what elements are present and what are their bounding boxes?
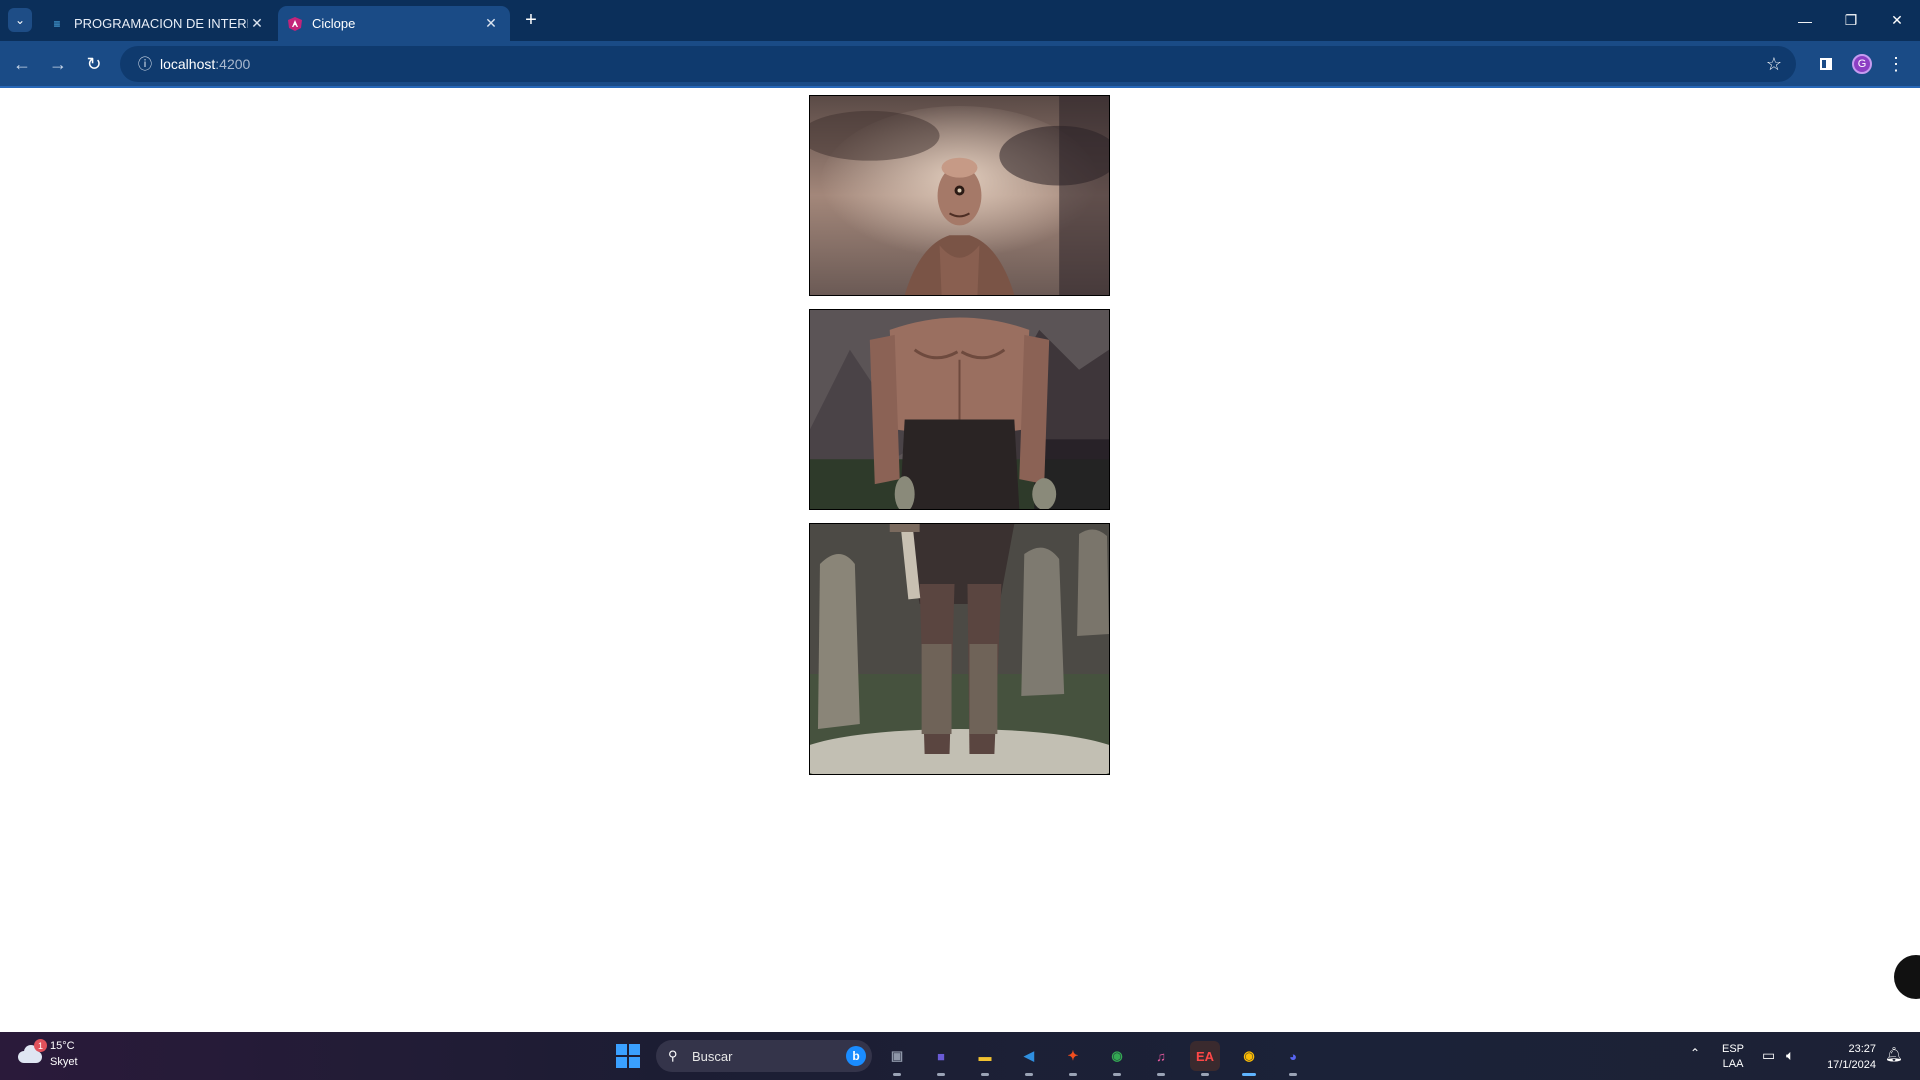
weather-badge: 1 [34, 1039, 47, 1052]
url-host: localhost [160, 56, 216, 72]
close-icon[interactable]: ✕ [248, 15, 266, 33]
tab-ciclope[interactable]: Ciclope ✕ [278, 6, 510, 41]
address-bar[interactable]: ⓘ localhost:4200 ☆ [120, 46, 1796, 82]
ea-icon[interactable]: EA [1190, 1041, 1220, 1076]
chrome-profile-g-icon[interactable]: ◉ [1234, 1041, 1264, 1076]
bookmark-star-icon[interactable]: ☆ [1766, 54, 1782, 75]
back-button[interactable]: ← [8, 50, 36, 78]
minimize-button[interactable]: — [1782, 0, 1828, 41]
page-content [0, 88, 1920, 1032]
search-icon: ⚲ [668, 1048, 678, 1063]
angular-icon [288, 16, 302, 31]
close-icon[interactable]: ✕ [482, 15, 500, 33]
weather-widget[interactable]: 1 15°C Skyet [16, 1038, 78, 1070]
keyboard-layout: LAA [1722, 1058, 1744, 1070]
plus-icon: + [525, 8, 537, 31]
language-code: ESP [1722, 1043, 1745, 1055]
network-icon[interactable]: ▭ [1762, 1047, 1775, 1064]
cyclops-legs-image [810, 524, 1109, 774]
discord-icon[interactable]: ◕ [1278, 1041, 1308, 1076]
weather-temp: 15°C [50, 1040, 75, 1052]
arrow-right-icon: → [49, 53, 67, 74]
forward-button[interactable]: → [44, 50, 72, 78]
chrome-profile-m-icon[interactable]: ◉ [1102, 1041, 1132, 1076]
bing-icon[interactable]: b [846, 1046, 866, 1066]
cloud-icon: 1 [16, 1039, 47, 1065]
vscode-icon[interactable]: ◀ [1014, 1041, 1044, 1076]
chevron-down-icon: ⌄ [14, 13, 26, 27]
windows-start-icon[interactable] [616, 1044, 640, 1068]
cyclops-head-image [810, 96, 1109, 295]
arrow-left-icon: ← [13, 53, 31, 74]
tab-title: PROGRAMACION DE INTERFAS [74, 16, 248, 31]
cyclops-image-2 [809, 309, 1110, 510]
notification-bell-icon[interactable]: 🔔︎ [1885, 1046, 1903, 1063]
itunes-icon[interactable]: ♫ [1146, 1041, 1176, 1076]
weather-condition: Skyet [50, 1056, 78, 1068]
cyclops-image-1 [809, 95, 1110, 296]
floating-action-button[interactable] [1894, 955, 1920, 999]
side-panel-icon [1820, 58, 1832, 70]
taskbar-search[interactable]: ⚲ Buscar b [656, 1040, 872, 1072]
restore-icon: ❐ [1844, 12, 1858, 28]
url-port: :4200 [215, 56, 251, 72]
video-call-icon[interactable]: ■ [926, 1041, 956, 1076]
site-info-icon[interactable]: ⓘ [130, 54, 160, 74]
figma-icon[interactable]: ✦ [1058, 1041, 1088, 1076]
side-panel-button[interactable] [1814, 52, 1838, 76]
avatar: G [1852, 54, 1872, 74]
clock-time: 23:27 [1848, 1043, 1876, 1055]
profile-button[interactable]: G [1850, 52, 1874, 76]
taskbar: 1 15°C Skyet ⚲ Buscar b ▣ ■ ▬ ◀ ✦ ◉ ♫ EA ◉ ◕ ⌃ ES… [0, 1032, 1920, 1080]
tab-programacion[interactable]: ≡ PROGRAMACION DE INTERFAS ✕ [40, 6, 276, 41]
new-tab-button[interactable]: + [520, 8, 542, 32]
search-placeholder: Buscar [692, 1048, 733, 1064]
restore-button[interactable]: ❐ [1828, 0, 1874, 41]
kebab-menu-icon: ⋮ [1887, 53, 1905, 74]
reload-icon: ↻ [86, 53, 102, 74]
tab-search-button[interactable]: ⌄ [8, 8, 32, 32]
close-window-button[interactable]: ✕ [1874, 0, 1920, 41]
minimize-icon: — [1798, 12, 1812, 29]
menu-button[interactable]: ⋮ [1884, 52, 1908, 76]
task-view-icon[interactable]: ▣ [882, 1041, 912, 1076]
language-indicator[interactable]: ESP LAA [1722, 1042, 1744, 1072]
cyclops-image-3 [809, 523, 1110, 775]
file-explorer-icon[interactable]: ▬ [970, 1041, 1000, 1076]
chevron-up-icon[interactable]: ⌃ [1690, 1046, 1700, 1060]
browser-toolbar: ← → ↻ ⓘ localhost:4200 ☆ G ⋮ [0, 41, 1920, 86]
tab-strip: ⌄ ≡ PROGRAMACION DE INTERFAS ✕ Ciclope ✕… [0, 0, 1920, 41]
clock-date: 17/1/2024 [1827, 1059, 1876, 1071]
close-icon: ✕ [1891, 12, 1903, 28]
volume-icon[interactable]: 🔈︎ [1786, 1047, 1794, 1064]
reload-button[interactable]: ↻ [80, 50, 108, 78]
clock[interactable]: 23:27 17/1/2024 [1816, 1041, 1876, 1073]
cyclops-torso-image [810, 310, 1109, 509]
tab-title: Ciclope [312, 16, 356, 31]
document-icon: ≡ [53, 16, 61, 31]
